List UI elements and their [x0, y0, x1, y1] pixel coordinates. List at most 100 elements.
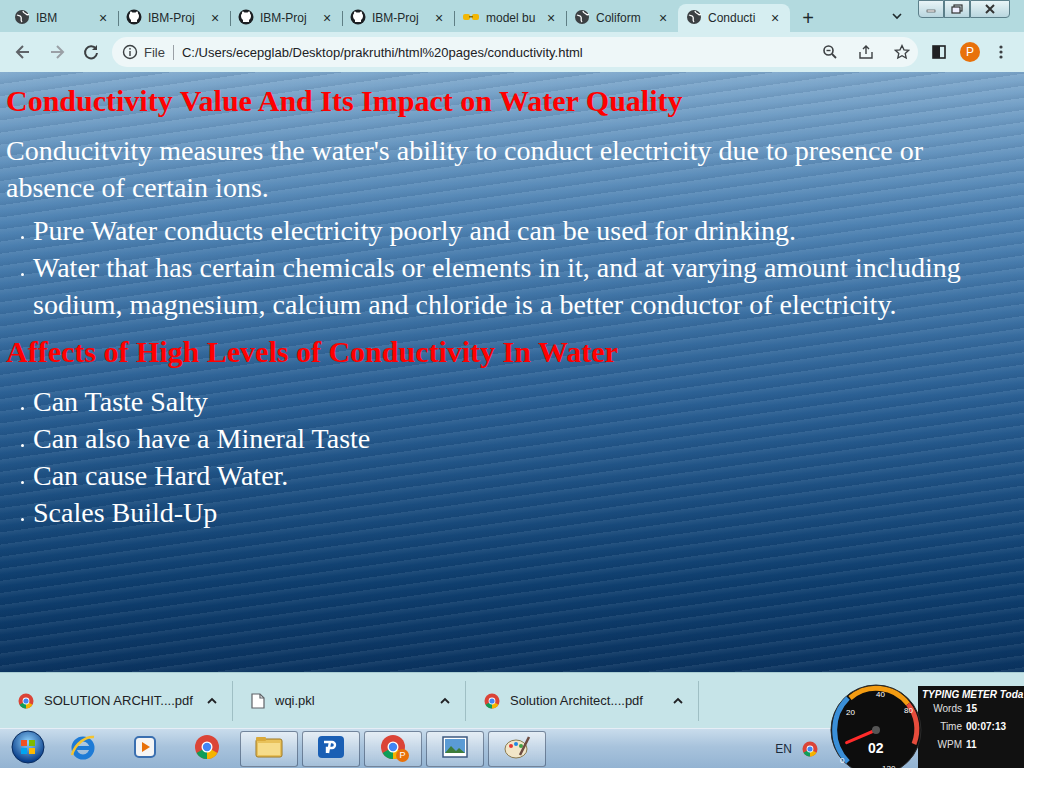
chrome-icon: [18, 693, 34, 709]
profile-avatar[interactable]: P: [960, 42, 980, 62]
meter-value: 00:07:13: [966, 718, 1006, 736]
browser-tab[interactable]: IBM-Proj×: [342, 4, 454, 32]
new-tab-button[interactable]: +: [794, 4, 822, 32]
close-window-button[interactable]: [970, 0, 1010, 18]
language-indicator[interactable]: EN: [775, 742, 792, 756]
taskbar-item[interactable]: [178, 731, 236, 767]
back-arrow-icon: [14, 43, 32, 61]
taskbar-item[interactable]: [54, 731, 112, 767]
download-name: Solution Architect....pdf: [510, 693, 662, 708]
browser-tab[interactable]: Conducti ×: [678, 4, 790, 32]
meter-value: 11: [966, 736, 977, 754]
page-title: Conductivity Value And Its Impact on Wat…: [6, 84, 1012, 118]
intro-paragraph: Conducitvity measures the water's abilit…: [6, 132, 1012, 206]
tab-close-button[interactable]: ×: [544, 10, 558, 26]
profile-badge: P: [396, 749, 409, 762]
tab-label: IBM-Proj: [148, 11, 202, 25]
start-icon: [11, 730, 45, 764]
app-icon: [316, 733, 346, 761]
back-button[interactable]: [10, 39, 36, 65]
point-item: Water that has certain chemicals or elem…: [33, 249, 1012, 323]
reload-button[interactable]: [78, 39, 104, 65]
restore-icon: [951, 4, 963, 14]
chevron-up-icon[interactable]: [206, 696, 218, 706]
restore-button[interactable]: [944, 0, 970, 18]
kebab-menu-icon: [998, 44, 1004, 60]
tab-label: IBM: [36, 11, 90, 25]
close-icon: [984, 4, 996, 14]
effect-item: Can also have a Mineral Taste: [33, 420, 1012, 457]
toolbar: FileC:/Users/ecepglab/Desktop/prakruthi/…: [0, 32, 1024, 72]
tab-close-button[interactable]: ×: [320, 10, 334, 26]
media-icon: [131, 733, 159, 761]
share-icon[interactable]: [858, 44, 874, 60]
explorer-icon: [254, 733, 284, 761]
effects-list: Can Taste SaltyCan also have a Mineral T…: [6, 383, 1012, 531]
window-controls: [918, 0, 1010, 18]
download-name: wqi.pkl: [275, 693, 429, 708]
download-item[interactable]: wqi.pkl: [233, 681, 466, 721]
taskbar-item[interactable]: [302, 731, 360, 767]
chevron-up-icon[interactable]: [672, 696, 684, 706]
speed-gauge: 020408012002: [830, 684, 922, 768]
tab-list: IBM×IBM-Proj×IBM-Proj×IBM-Proj×model bu×…: [6, 4, 790, 32]
gauge-tick: 80: [904, 706, 913, 715]
globe-icon: [14, 9, 30, 25]
chrome-icon[interactable]: [802, 741, 818, 757]
taskbar-item[interactable]: [426, 731, 484, 767]
chrome-icon: [193, 733, 221, 761]
taskbar-item[interactable]: [240, 731, 298, 767]
file-icon: [251, 693, 265, 709]
tab-close-button[interactable]: ×: [208, 10, 222, 26]
chevron-up-icon[interactable]: [439, 696, 451, 706]
browser-tab[interactable]: IBM-Proj ×: [230, 4, 342, 32]
side-panel-icon: [931, 44, 947, 60]
github-icon: [238, 9, 254, 25]
github-icon: [126, 9, 142, 25]
taskbar-icon-holder: [69, 733, 97, 765]
tab-label: Conducti: [708, 11, 762, 25]
menu-button[interactable]: [988, 39, 1014, 65]
info-icon[interactable]: [122, 44, 138, 60]
tab-search-icon[interactable]: [890, 9, 904, 23]
points-list: Pure Water conducts electricity poorly a…: [6, 212, 1012, 323]
tab-icon-holder: [462, 11, 480, 26]
point-item: Pure Water conducts electricity poorly a…: [33, 212, 1012, 249]
start-button[interactable]: [6, 731, 50, 767]
taskbar-item[interactable]: P: [364, 731, 422, 767]
url-text: C:/Users/ecepglab/Desktop/prakruthi/html…: [180, 45, 816, 60]
zoom-icon[interactable]: [822, 44, 838, 60]
browser-tab[interactable]: IBM-Proj ×: [118, 4, 230, 32]
forward-button[interactable]: [44, 39, 70, 65]
tab-icon-holder: [126, 9, 142, 28]
tab-icon-holder: [686, 9, 702, 28]
side-panel-button[interactable]: [926, 39, 952, 65]
meter-label: Time: [922, 718, 962, 736]
meter-label: Words: [922, 700, 962, 718]
browser-tab[interactable]: model bu×: [454, 4, 566, 32]
browser-tab[interactable]: IBM ×: [6, 4, 118, 32]
taskbar-item[interactable]: [488, 731, 546, 767]
tab-close-button[interactable]: ×: [432, 10, 446, 26]
tab-close-button[interactable]: ×: [96, 10, 110, 26]
address-bar[interactable]: FileC:/Users/ecepglab/Desktop/prakruthi/…: [112, 37, 918, 67]
tab-close-button[interactable]: ×: [656, 10, 670, 26]
gauge-reading: 02: [868, 740, 884, 756]
browser-tab[interactable]: Coliform×: [566, 4, 678, 32]
gauge-tick: 120: [882, 764, 895, 768]
tab-icon-holder: [14, 9, 30, 28]
paint-icon: [502, 733, 532, 761]
download-item[interactable]: SOLUTION ARCHIT....pdf: [0, 681, 233, 721]
glasses-icon: [462, 11, 480, 23]
taskbar-item[interactable]: [116, 731, 174, 767]
download-item[interactable]: Solution Architect....pdf: [466, 681, 699, 721]
tab-label: IBM-Proj: [260, 11, 314, 25]
tab-close-button[interactable]: ×: [768, 10, 782, 26]
minimize-button[interactable]: [918, 0, 944, 18]
taskbar-icon-holder: [131, 733, 159, 765]
tab-strip: IBM×IBM-Proj×IBM-Proj×IBM-Proj×model bu×…: [0, 0, 1024, 32]
taskbar-icon-holder: [316, 733, 346, 765]
taskbar-icon-holder: [502, 733, 532, 765]
typing-meter-panel: TYPING METER TodaWords15Time00:07:13WPM1…: [918, 686, 1024, 768]
star-icon[interactable]: [894, 44, 910, 60]
